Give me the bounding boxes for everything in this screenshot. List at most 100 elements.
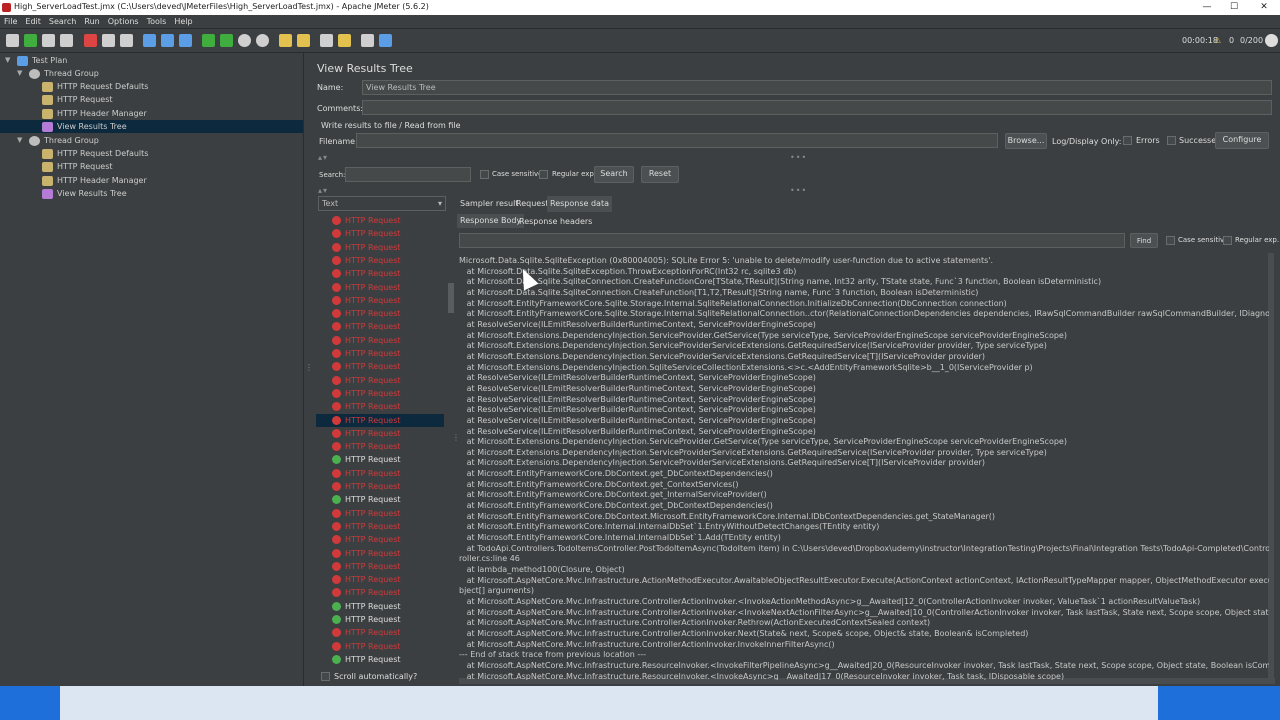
search-button[interactable]: Search [594, 166, 634, 183]
successes-checkbox[interactable] [1167, 136, 1176, 145]
tab-response-headers[interactable]: Response headers [519, 217, 592, 226]
log-display-label: Log/Display Only: [1052, 137, 1122, 146]
tree-node-view-results-tree-2[interactable]: View Results Tree [42, 187, 127, 200]
list-item[interactable]: HTTP Request [316, 413, 444, 427]
function-helper-icon[interactable] [361, 34, 374, 47]
regular-exp-checkbox[interactable] [539, 170, 548, 179]
response-line: at Microsoft.AspNetCore.Mvc.Infrastructu… [459, 628, 1029, 638]
tab-request[interactable]: Request [516, 199, 549, 208]
find-button[interactable]: Find [1130, 233, 1158, 248]
menu-run[interactable]: Run [80, 15, 103, 29]
tree-node-thread-group-2[interactable]: ▼ Thread Group [17, 134, 99, 147]
menu-tools[interactable]: Tools [143, 15, 171, 29]
menu-options[interactable]: Options [104, 15, 143, 29]
tab-response-body[interactable]: Response Body [457, 214, 525, 228]
tree-node-http-request-2[interactable]: HTTP Request [42, 160, 113, 173]
list-item-label: HTTP Request [345, 628, 401, 638]
divider-grip-icon[interactable]: ••• [790, 153, 807, 162]
reset-button[interactable]: Reset [641, 166, 679, 183]
close-button[interactable]: ✕ [1250, 0, 1278, 15]
regular-exp-checkbox-2[interactable] [1223, 236, 1232, 245]
error-shield-icon [332, 242, 341, 252]
collapse-arrow-icon[interactable]: ▼ [5, 54, 10, 67]
collapse-arrows-icon[interactable]: ▴▾ [318, 153, 328, 162]
error-shield-icon [332, 561, 341, 571]
response-line: at Microsoft.EntityFrameworkCore.Sqlite.… [459, 309, 1269, 319]
response-line: --- End of stack trace from previous loc… [459, 650, 647, 660]
open-icon[interactable] [42, 34, 55, 47]
shutdown-icon[interactable] [256, 34, 269, 47]
renderer-select[interactable]: Text ▾ [318, 196, 446, 211]
start-no-pauses-icon[interactable] [220, 34, 233, 47]
comments-field[interactable] [362, 100, 1272, 115]
templates-icon[interactable] [24, 34, 37, 47]
search-icon[interactable] [320, 34, 333, 47]
expand-icon[interactable] [143, 34, 156, 47]
paste-icon[interactable] [120, 34, 133, 47]
case-sensitive-label: Case sensitive [492, 170, 543, 178]
taskbar-start-area[interactable] [0, 686, 60, 720]
stop-icon[interactable] [238, 34, 251, 47]
response-line: at Microsoft.Data.Sqlite.SqliteConnectio… [459, 287, 979, 297]
list-item-label: HTTP Request [345, 588, 401, 598]
wrench-icon [42, 148, 53, 159]
collapse-arrow-icon[interactable]: ▼ [17, 134, 22, 147]
help-icon[interactable] [379, 34, 392, 47]
new-icon[interactable] [6, 34, 19, 47]
tree-node-test-plan[interactable]: ▼ Test Plan [5, 54, 67, 67]
jmeter-app-icon [2, 3, 11, 12]
list-item-label: HTTP Request [345, 468, 401, 478]
warning-icon[interactable]: ⚠ [1214, 36, 1221, 45]
clear-icon[interactable] [279, 34, 292, 47]
list-item-label: HTTP Request [345, 415, 401, 425]
wrench-icon [42, 108, 53, 119]
reset-search-icon[interactable] [338, 34, 351, 47]
start-icon[interactable] [202, 34, 215, 47]
minimize-button[interactable]: — [1193, 0, 1221, 15]
error-shield-icon [332, 322, 341, 332]
copy-icon[interactable] [102, 34, 115, 47]
tree-node-view-results-tree[interactable]: View Results Tree [0, 120, 303, 133]
menu-file[interactable]: File [0, 15, 21, 29]
tree-node-thread-group[interactable]: ▼ Thread Group [17, 67, 99, 80]
toggle-icon[interactable] [179, 34, 192, 47]
results-scrollbar[interactable] [448, 283, 454, 313]
search-input[interactable] [345, 167, 471, 182]
collapse-icon[interactable] [161, 34, 174, 47]
list-item-label: HTTP Request [345, 428, 401, 438]
case-sensitive-checkbox-2[interactable] [1166, 236, 1175, 245]
response-line: bject[] arguments) [459, 586, 534, 596]
response-line: at Microsoft.Data.Sqlite.SqliteConnectio… [459, 277, 1102, 287]
response-line: at ResolveService(ILEmitResolverBuilderR… [459, 394, 816, 404]
collapse-arrow-icon[interactable]: ▼ [17, 67, 22, 80]
scroll-automatically-checkbox[interactable] [321, 672, 330, 681]
tree-node-http-header-manager[interactable]: HTTP Header Manager [42, 107, 147, 120]
tab-response-data[interactable]: Response data [547, 196, 612, 212]
save-icon[interactable] [60, 34, 73, 47]
clear-all-icon[interactable] [297, 34, 310, 47]
response-line: at Microsoft.EntityFrameworkCore.Interna… [459, 533, 781, 543]
response-body-text[interactable]: Microsoft.Data.Sqlite.SqliteException (0… [459, 256, 1269, 680]
cut-icon[interactable] [84, 34, 97, 47]
menu-edit[interactable]: Edit [21, 15, 45, 29]
tab-sampler-result[interactable]: Sampler result [460, 199, 518, 208]
filename-field[interactable] [356, 133, 998, 148]
browse-button[interactable]: Browse... [1005, 133, 1047, 149]
response-line: at Microsoft.EntityFrameworkCore.DbConte… [459, 490, 767, 500]
renderer-value: Text [322, 199, 339, 208]
case-sensitive-checkbox[interactable] [480, 170, 489, 179]
find-input[interactable] [459, 233, 1125, 248]
errors-checkbox[interactable] [1123, 136, 1132, 145]
maximize-button[interactable]: ☐ [1220, 0, 1248, 15]
tree-node-http-request-defaults-2[interactable]: HTTP Request Defaults [42, 147, 148, 160]
divider-grip-icon-2[interactable]: ••• [790, 186, 807, 195]
collapse-arrows-icon-2[interactable]: ▴▾ [318, 186, 328, 195]
name-field[interactable]: View Results Tree [362, 80, 1272, 95]
menu-help[interactable]: Help [170, 15, 196, 29]
response-line: at Microsoft.AspNetCore.Mvc.Infrastructu… [466, 607, 1269, 617]
menu-search[interactable]: Search [45, 15, 80, 29]
tree-node-http-request[interactable]: HTTP Request [42, 93, 113, 106]
tree-node-http-header-manager-2[interactable]: HTTP Header Manager [42, 174, 147, 187]
tree-node-http-request-defaults[interactable]: HTTP Request Defaults [42, 80, 148, 93]
configure-button[interactable]: Configure [1215, 132, 1269, 149]
